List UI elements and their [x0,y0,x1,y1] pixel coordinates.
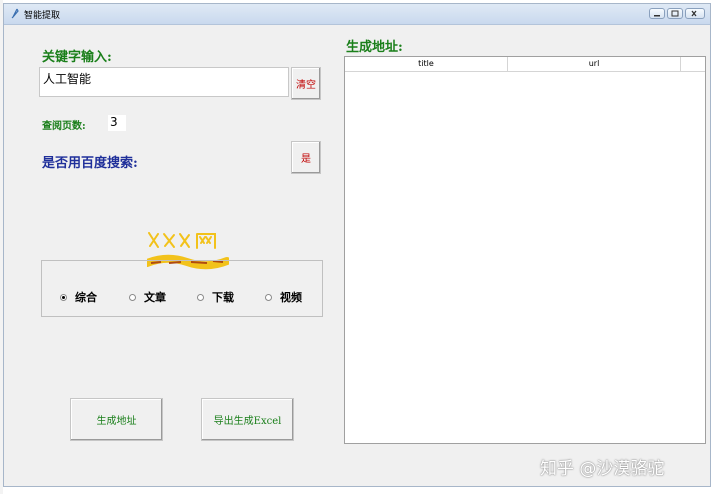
minimize-button[interactable] [649,8,665,19]
radio-dot [129,293,136,301]
generate-button[interactable]: 生成地址 [70,398,163,441]
baidu-label: 是否用百度搜索: [42,156,138,171]
keyword-label: 关键字输入: [42,50,112,65]
keyword-input[interactable]: 人工智能 [39,67,289,97]
radio-label: 文章 [144,291,166,304]
footer-watermark: 知乎 @沙漠骆驼 [540,459,665,479]
radio-dot [197,293,204,301]
radio-dot [60,293,67,301]
close-button[interactable] [685,8,705,19]
app-window: 智能提取 关键字输入: 人工智能 清空 查阅页数: 3 是否用百度搜索: 是 综… [3,3,711,487]
table-header: title url [345,57,705,72]
radio-option-3[interactable]: 视频 [265,289,302,305]
clear-button[interactable]: 清空 [291,67,321,100]
baidu-toggle-button[interactable]: 是 [291,141,321,174]
title-bar: 智能提取 [4,4,710,25]
minimize-icon [654,15,660,17]
radio-option-1[interactable]: 文章 [129,289,166,305]
column-header-title[interactable]: title [345,59,507,68]
radio-dot [265,293,272,301]
export-excel-button[interactable]: 导出生成Excel [201,398,294,441]
column-header-url[interactable]: url [508,59,680,68]
column-divider [680,57,681,71]
radio-label: 下载 [212,291,234,304]
maximize-button[interactable] [667,8,683,19]
results-table[interactable]: title url [344,56,706,444]
feather-icon [11,8,19,19]
close-icon [691,10,697,17]
radio-option-0[interactable]: 综合 [60,289,97,305]
pages-label: 查阅页数: [42,121,86,132]
results-label: 生成地址: [346,40,403,55]
radio-label: 综合 [75,291,97,304]
pages-input[interactable]: 3 [108,115,126,131]
radio-label: 视频 [280,291,302,304]
window-title: 智能提取 [24,11,61,21]
radio-option-2[interactable]: 下载 [197,289,234,305]
maximize-icon [671,10,679,17]
